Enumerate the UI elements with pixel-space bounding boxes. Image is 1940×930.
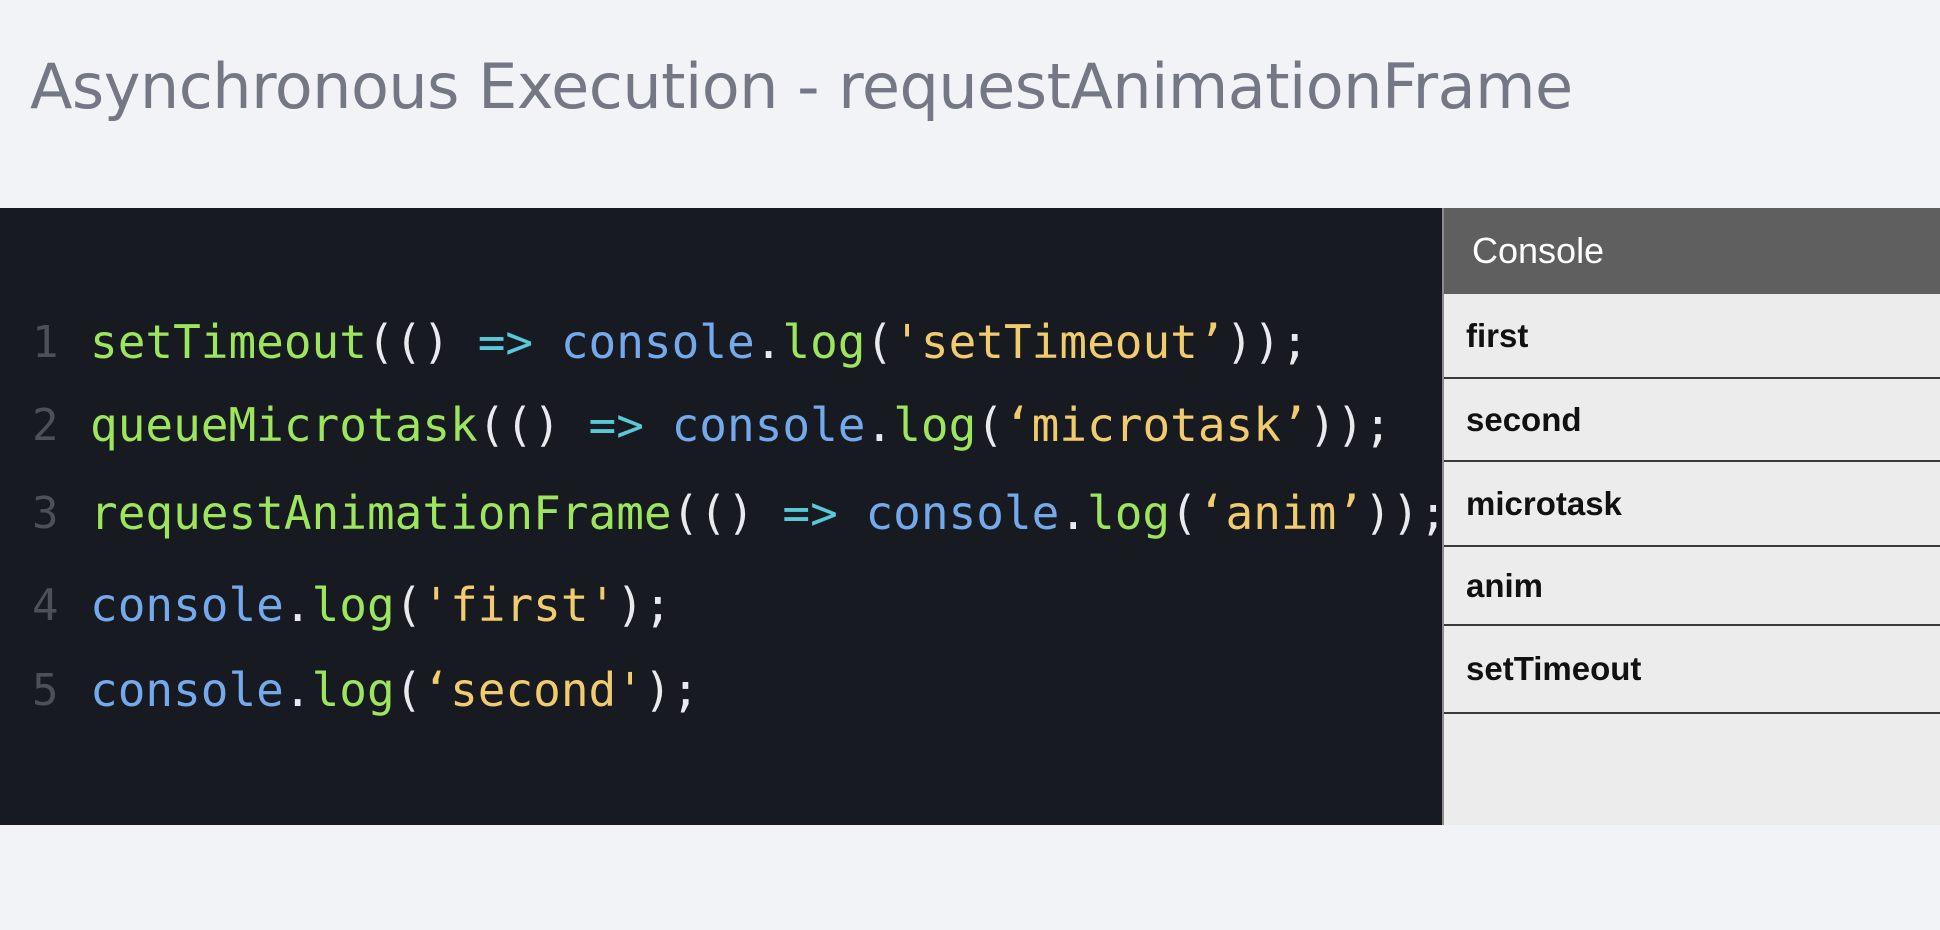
console-panel: Console first second microtask anim setT… bbox=[1442, 208, 1940, 825]
code-token: 'first' bbox=[422, 578, 617, 632]
code-token: ( bbox=[976, 398, 1004, 452]
line-number: 4 bbox=[32, 579, 59, 631]
code-token: ) bbox=[533, 398, 589, 452]
console-entry-microtask: microtask bbox=[1444, 462, 1940, 547]
slide-title: Asynchronous Execution - requestAnimatio… bbox=[30, 50, 1573, 123]
code-token: ‘anim’ bbox=[1197, 486, 1365, 540]
line-number: 2 bbox=[32, 399, 59, 451]
code-token: ( bbox=[865, 315, 894, 369]
code-token: queueMicrotask bbox=[90, 398, 478, 452]
code-token: log bbox=[311, 578, 395, 632]
code-token: (( bbox=[671, 486, 727, 540]
code-token: )); bbox=[1364, 486, 1448, 540]
code-token: ) bbox=[422, 315, 478, 369]
code-token: console bbox=[90, 663, 284, 717]
line-number: 1 bbox=[32, 316, 59, 368]
code-token: ( bbox=[394, 578, 423, 632]
code-token: console bbox=[90, 578, 284, 632]
code-token: => bbox=[782, 486, 838, 540]
code-token: . bbox=[865, 398, 894, 452]
code-token: )); bbox=[1308, 398, 1392, 452]
code-line-3: 3 requestAnimationFrame(() => console.lo… bbox=[0, 483, 1447, 543]
console-entry-settimeout: setTimeout bbox=[1444, 626, 1940, 714]
code-token: ‘microtask’ bbox=[1003, 398, 1309, 452]
code-token: requestAnimationFrame bbox=[90, 486, 672, 540]
code-token: . bbox=[283, 578, 312, 632]
code-token: . bbox=[1059, 486, 1088, 540]
code-token: console bbox=[560, 315, 755, 369]
line-number: 5 bbox=[32, 664, 59, 716]
code-token: console bbox=[671, 398, 866, 452]
code-token: 'setTimeout’ bbox=[893, 315, 1226, 369]
code-token: setTimeout bbox=[90, 315, 367, 369]
console-entry-first: first bbox=[1444, 294, 1940, 379]
code-line-2: 2 queueMicrotask(() => console.log(‘micr… bbox=[0, 395, 1392, 455]
code-line-1: 1 setTimeout(() => console.log('setTimeo… bbox=[0, 312, 1309, 372]
code-token: ( bbox=[394, 663, 423, 717]
console-entry-anim: anim bbox=[1444, 547, 1940, 626]
code-token: ‘second' bbox=[422, 663, 644, 717]
code-token: => bbox=[588, 398, 644, 452]
line-number: 3 bbox=[32, 487, 59, 539]
code-token: ( bbox=[1170, 486, 1198, 540]
console-header: Console bbox=[1444, 208, 1940, 294]
code-content: requestAnimationFrame(() => console.log(… bbox=[90, 486, 1447, 540]
code-token: log bbox=[893, 398, 977, 452]
code-token: )); bbox=[1225, 315, 1309, 369]
code-token: => bbox=[477, 315, 534, 369]
code-content: console.log('first'); bbox=[90, 578, 672, 632]
code-token: console bbox=[865, 486, 1060, 540]
code-editor: 1 setTimeout(() => console.log('setTimeo… bbox=[0, 208, 1447, 825]
code-line-4: 4 console.log('first'); bbox=[0, 575, 672, 635]
code-token: log bbox=[311, 663, 395, 717]
console-entry-second: second bbox=[1444, 379, 1940, 462]
code-token: log bbox=[1087, 486, 1171, 540]
code-content: setTimeout(() => console.log('setTimeout… bbox=[90, 315, 1309, 369]
code-token: (( bbox=[477, 398, 534, 452]
code-token: . bbox=[754, 315, 783, 369]
code-token: (( bbox=[366, 315, 423, 369]
code-content: console.log(‘second'); bbox=[90, 663, 699, 717]
code-token: . bbox=[283, 663, 312, 717]
code-token: ); bbox=[643, 663, 700, 717]
code-line-5: 5 console.log(‘second'); bbox=[0, 660, 699, 720]
code-token: ) bbox=[726, 486, 783, 540]
code-content: queueMicrotask(() => console.log(‘microt… bbox=[90, 398, 1392, 452]
code-token: ); bbox=[616, 578, 672, 632]
code-token: log bbox=[782, 315, 866, 369]
